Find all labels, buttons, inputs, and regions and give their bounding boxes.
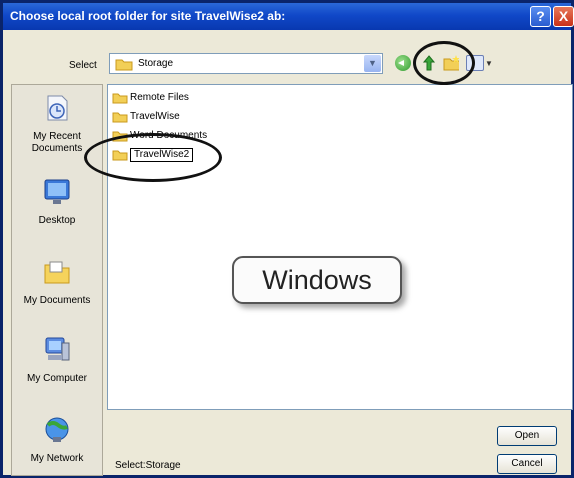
place-label: My Network bbox=[30, 453, 84, 464]
highlight-oval-toolbar bbox=[413, 41, 475, 85]
desktop-icon bbox=[44, 179, 70, 204]
open-button[interactable]: Open bbox=[497, 426, 557, 446]
recent-documents-icon bbox=[47, 95, 68, 121]
my-network-icon bbox=[45, 417, 69, 442]
folder-icon bbox=[112, 93, 128, 104]
folder-icon bbox=[112, 112, 128, 123]
place-my-network[interactable]: My Network bbox=[12, 415, 102, 465]
select-dropdown[interactable]: Storage ▼ bbox=[109, 53, 383, 74]
window-title: Choose local root folder for site Travel… bbox=[10, 9, 286, 23]
place-my-documents[interactable]: My Documents bbox=[12, 257, 102, 307]
select-value: Storage bbox=[138, 58, 174, 69]
place-label: Desktop bbox=[38, 215, 76, 226]
folder-item[interactable]: Remote Files bbox=[112, 91, 189, 105]
place-desktop[interactable]: Desktop bbox=[12, 177, 102, 227]
chevron-down-icon[interactable]: ▼ bbox=[485, 59, 493, 68]
close-button[interactable]: X bbox=[553, 6, 574, 27]
cancel-button[interactable]: Cancel bbox=[497, 454, 557, 474]
select-label: Select bbox=[69, 60, 97, 71]
place-recent-documents[interactable]: My Recent Documents bbox=[12, 93, 102, 155]
my-documents-icon bbox=[44, 261, 70, 284]
back-icon[interactable] bbox=[395, 55, 411, 71]
help-button[interactable]: ? bbox=[530, 6, 551, 27]
folder-icon bbox=[115, 59, 133, 71]
folder-dialog: Choose local root folder for site Travel… bbox=[0, 0, 574, 478]
place-label: My Computer bbox=[26, 373, 87, 384]
windows-callout: Windows bbox=[232, 256, 402, 304]
selected-folder-text: Select:Storage bbox=[115, 460, 181, 471]
chevron-down-icon[interactable]: ▼ bbox=[364, 55, 381, 72]
place-label: My Documents bbox=[23, 295, 91, 306]
file-list[interactable]: Remote Files TravelWise Word Documents T… bbox=[107, 84, 573, 410]
places-bar: My Recent Documents Desktop My Documents bbox=[11, 84, 103, 476]
title-bar[interactable]: Choose local root folder for site Travel… bbox=[3, 3, 574, 30]
highlight-oval-rename bbox=[84, 133, 222, 182]
place-my-computer[interactable]: My Computer bbox=[12, 335, 102, 385]
folder-item[interactable]: TravelWise bbox=[112, 110, 180, 124]
my-computer-icon bbox=[45, 337, 70, 361]
